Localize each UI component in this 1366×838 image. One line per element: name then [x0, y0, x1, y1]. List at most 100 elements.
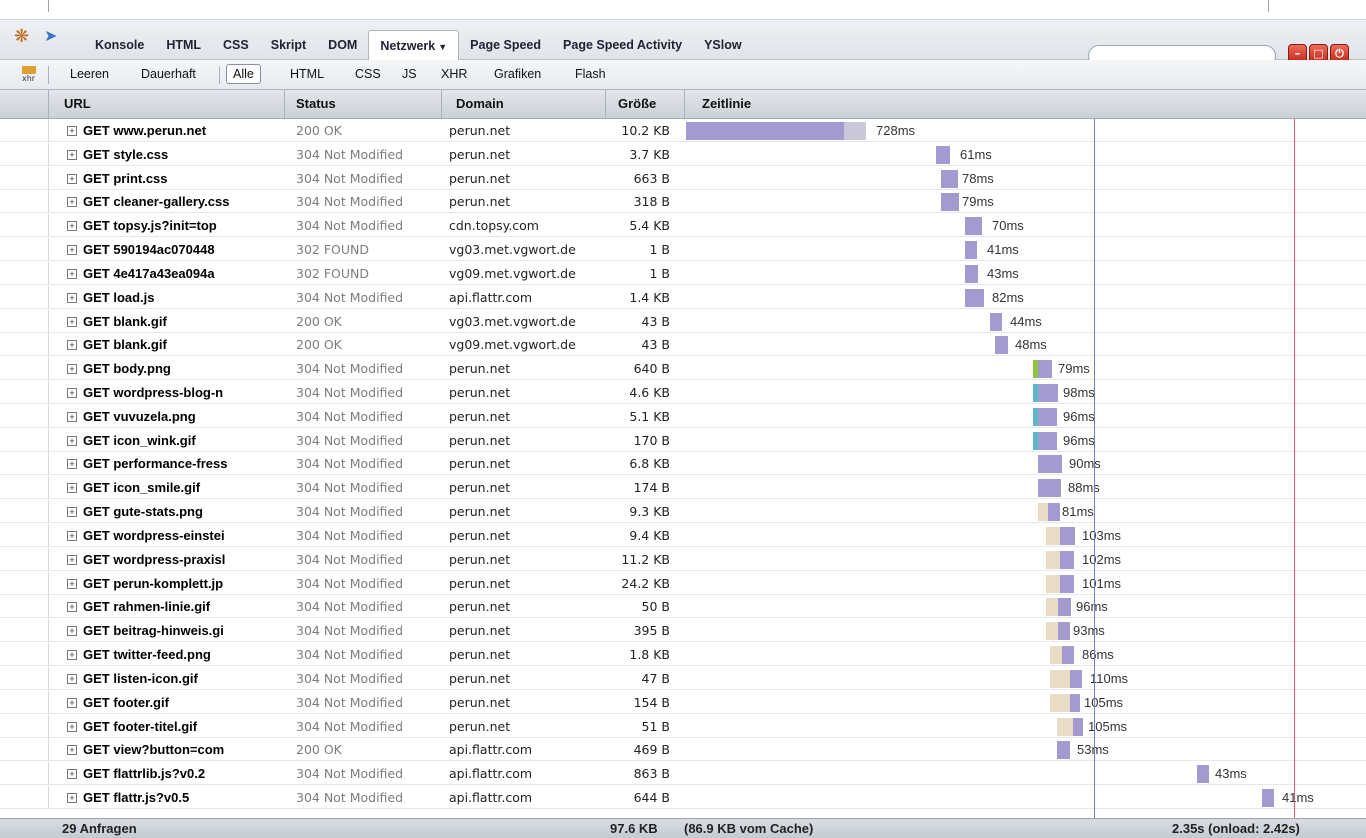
expand-icon[interactable]: +: [67, 126, 77, 136]
request-row[interactable]: + GET icon_wink.gif 304 Not Modified perun.…: [0, 428, 1366, 452]
request-url[interactable]: + GET 590194ac070448: [67, 242, 281, 257]
request-url[interactable]: + GET perun-komplett.jp: [67, 576, 281, 591]
request-row[interactable]: + GET view?button=com 200 OK api.flattr.com…: [0, 738, 1366, 762]
persist-button[interactable]: Dauerhaft: [141, 67, 196, 81]
request-row[interactable]: + GET vuvuzela.png 304 Not Modified perun.n…: [0, 404, 1366, 428]
request-row[interactable]: + GET twitter-feed.png 304 Not Modified per…: [0, 643, 1366, 667]
request-url[interactable]: + GET rahmen-linie.gif: [67, 599, 281, 614]
request-url[interactable]: + GET footer.gif: [67, 695, 281, 710]
tab-console[interactable]: Konsole: [84, 30, 155, 60]
request-url[interactable]: + GET print.css: [67, 171, 281, 186]
request-url[interactable]: + GET flattrlib.js?v0.2: [67, 766, 281, 781]
tab-css[interactable]: CSS: [212, 30, 260, 60]
clear-button[interactable]: Leeren: [70, 67, 109, 81]
request-url[interactable]: + GET vuvuzela.png: [67, 409, 281, 424]
expand-icon[interactable]: +: [67, 292, 77, 303]
request-url[interactable]: + GET www.perun.net: [67, 123, 281, 138]
expand-icon[interactable]: +: [67, 173, 77, 184]
request-url[interactable]: + GET gute-stats.png: [67, 504, 281, 519]
firebug-icon[interactable]: ❋: [14, 27, 38, 47]
expand-icon[interactable]: +: [67, 364, 77, 375]
request-row[interactable]: + GET load.js 304 Not Modified api.flattr.c…: [0, 285, 1366, 309]
request-url[interactable]: + GET body.png: [67, 361, 281, 376]
filter-xhr-button[interactable]: XHR: [441, 67, 467, 81]
request-url[interactable]: + GET blank.gif: [67, 337, 281, 352]
request-row[interactable]: + GET body.png 304 Not Modified perun.net 64…: [0, 357, 1366, 381]
request-row[interactable]: + GET wordpress-einstei 304 Not Modified pe…: [0, 523, 1366, 547]
xhr-icon[interactable]: xhr: [22, 66, 36, 84]
request-url[interactable]: + GET wordpress-einstei: [67, 528, 281, 543]
expand-icon[interactable]: +: [67, 721, 77, 732]
request-row[interactable]: + GET blank.gif 200 OK vg03.met.vgwort.de 43…: [0, 309, 1366, 333]
filter-html-button[interactable]: HTML: [290, 67, 324, 81]
expand-icon[interactable]: +: [67, 554, 77, 565]
request-row[interactable]: + GET performance-fress 304 Not Modified pe…: [0, 452, 1366, 476]
expand-icon[interactable]: +: [67, 340, 77, 351]
request-row[interactable]: + GET footer.gif 304 Not Modified perun.net…: [0, 690, 1366, 714]
tab-yslow[interactable]: YSlow: [693, 30, 753, 60]
tab-page-speed-activity[interactable]: Page Speed Activity: [552, 30, 693, 60]
request-row[interactable]: + GET 590194ac070448 302 FOUND vg03.met.vgw…: [0, 238, 1366, 262]
request-url[interactable]: + GET icon_wink.gif: [67, 433, 281, 448]
expand-icon[interactable]: +: [67, 435, 77, 446]
filter-flash-button[interactable]: Flash: [575, 67, 606, 81]
expand-icon[interactable]: +: [67, 149, 77, 160]
request-row[interactable]: + GET flattr.js?v0.5 304 Not Modified api.f…: [0, 785, 1366, 809]
expand-icon[interactable]: +: [67, 388, 77, 399]
expand-icon[interactable]: +: [67, 697, 77, 708]
request-url[interactable]: + GET wordpress-praxisl: [67, 552, 281, 567]
tab-page-speed[interactable]: Page Speed: [459, 30, 552, 60]
request-row[interactable]: + GET style.css 304 Not Modified perun.net 3…: [0, 142, 1366, 166]
request-row[interactable]: + GET listen-icon.gif 304 Not Modified peru…: [0, 666, 1366, 690]
tab-network[interactable]: Netzwerk ▼: [368, 30, 460, 60]
expand-icon[interactable]: +: [67, 411, 77, 422]
request-row[interactable]: + GET wordpress-praxisl 304 Not Modified pe…: [0, 547, 1366, 571]
request-row[interactable]: + GET rahmen-linie.gif 304 Not Modified per…: [0, 595, 1366, 619]
request-url[interactable]: + GET icon_smile.gif: [67, 480, 281, 495]
request-url[interactable]: + GET 4e417a43ea094a: [67, 266, 281, 281]
expand-icon[interactable]: +: [67, 459, 77, 470]
request-row[interactable]: + GET icon_smile.gif 304 Not Modified perun…: [0, 476, 1366, 500]
request-url[interactable]: + GET listen-icon.gif: [67, 671, 281, 686]
filter-images-button[interactable]: Grafiken: [494, 67, 541, 81]
request-row[interactable]: + GET topsy.js?init=top 304 Not Modified cd…: [0, 214, 1366, 238]
column-size[interactable]: Größe: [618, 96, 656, 111]
inspect-icon[interactable]: ➤: [44, 26, 64, 46]
column-url[interactable]: URL: [64, 96, 91, 111]
request-url[interactable]: + GET beitrag-hinweis.gi: [67, 623, 281, 638]
expand-icon[interactable]: +: [67, 673, 77, 684]
request-url[interactable]: + GET twitter-feed.png: [67, 647, 281, 662]
expand-icon[interactable]: +: [67, 507, 77, 518]
filter-all-button[interactable]: Alle: [226, 64, 261, 84]
tab-script[interactable]: Skript: [260, 30, 317, 60]
tab-html[interactable]: HTML: [155, 30, 212, 60]
expand-icon[interactable]: +: [67, 530, 77, 541]
expand-icon[interactable]: +: [67, 221, 77, 232]
request-url[interactable]: + GET cleaner-gallery.css: [67, 194, 281, 209]
expand-icon[interactable]: +: [67, 745, 77, 756]
request-url[interactable]: + GET flattr.js?v0.5: [67, 790, 281, 805]
request-url[interactable]: + GET view?button=com: [67, 742, 281, 757]
request-row[interactable]: + GET blank.gif 200 OK vg09.met.vgwort.de 43…: [0, 333, 1366, 357]
filter-js-button[interactable]: JS: [402, 67, 417, 81]
expand-icon[interactable]: +: [67, 578, 77, 589]
request-url[interactable]: + GET blank.gif: [67, 314, 281, 329]
request-row[interactable]: + GET print.css 304 Not Modified perun.net 6…: [0, 166, 1366, 190]
request-row[interactable]: + GET gute-stats.png 304 Not Modified perun…: [0, 500, 1366, 524]
expand-icon[interactable]: +: [67, 197, 77, 208]
request-url[interactable]: + GET style.css: [67, 147, 281, 162]
filter-css-button[interactable]: CSS: [355, 67, 381, 81]
request-url[interactable]: + GET performance-fress: [67, 456, 281, 471]
column-domain[interactable]: Domain: [456, 96, 504, 111]
request-row[interactable]: + GET wordpress-blog-n 304 Not Modified per…: [0, 381, 1366, 405]
expand-icon[interactable]: +: [67, 268, 77, 279]
expand-icon[interactable]: +: [67, 245, 77, 256]
request-row[interactable]: + GET 4e417a43ea094a 302 FOUND vg09.met.vgw…: [0, 261, 1366, 285]
request-row[interactable]: + GET flattrlib.js?v0.2 304 Not Modified ap…: [0, 762, 1366, 786]
request-row[interactable]: + GET perun-komplett.jp 304 Not Modified pe…: [0, 571, 1366, 595]
tab-dom[interactable]: DOM: [317, 30, 368, 60]
request-url[interactable]: + GET wordpress-blog-n: [67, 385, 281, 400]
request-row[interactable]: + GET cleaner-gallery.css 304 Not Modified…: [0, 190, 1366, 214]
column-status[interactable]: Status: [296, 96, 336, 111]
expand-icon[interactable]: +: [67, 483, 77, 494]
